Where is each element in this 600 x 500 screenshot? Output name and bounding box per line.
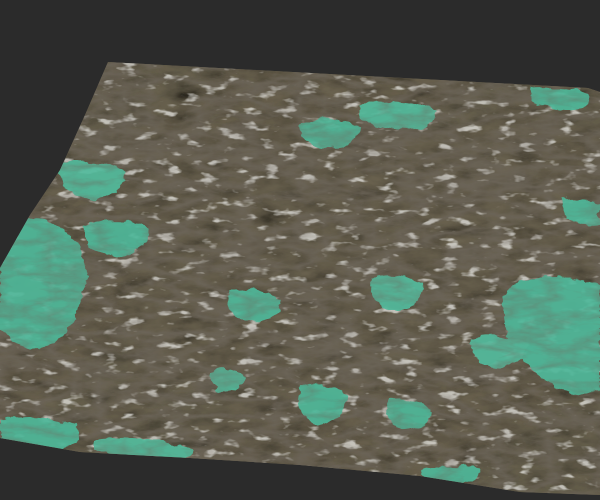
terrain-surface xyxy=(0,62,600,495)
3d-viewport[interactable] xyxy=(0,0,600,500)
terrain-render[interactable] xyxy=(0,0,600,500)
